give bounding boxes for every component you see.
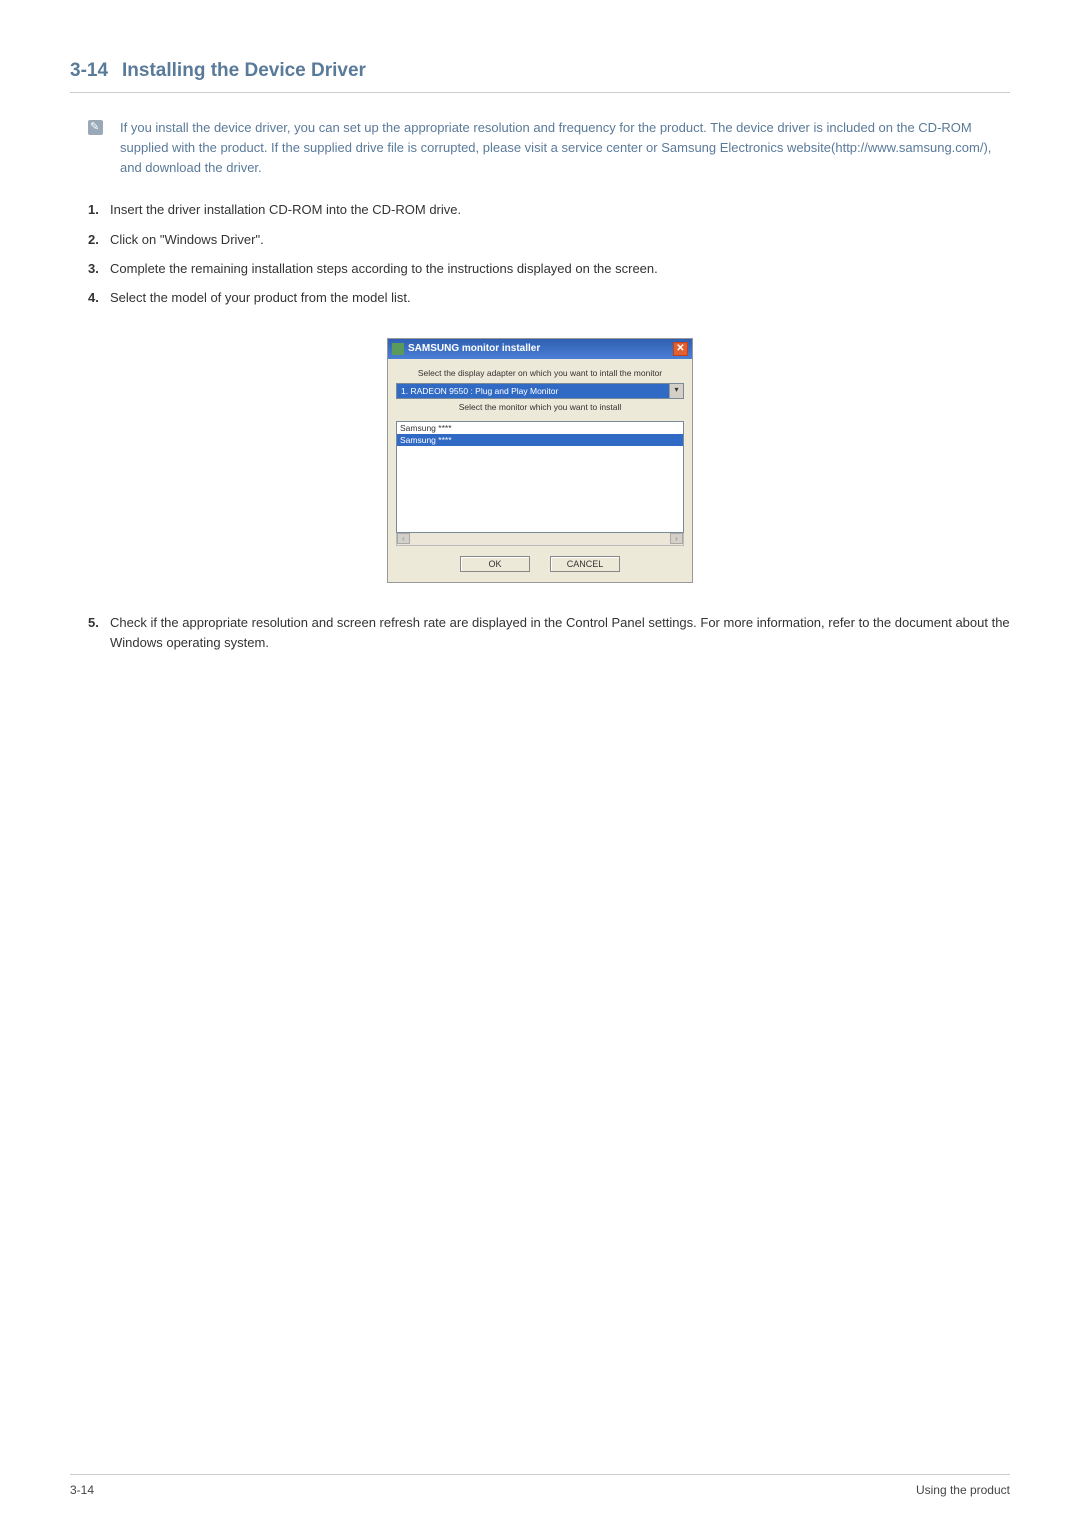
step-item: 1. Insert the driver installation CD-ROM… bbox=[88, 200, 1010, 220]
step-number: 3. bbox=[88, 259, 110, 279]
adapter-dropdown[interactable]: 1. RADEON 9550 : Plug and Play Monitor ▾ bbox=[396, 383, 684, 399]
list-item[interactable]: Samsung **** bbox=[397, 434, 683, 446]
step-number: 5. bbox=[88, 613, 110, 653]
installer-screenshot: SAMSUNG monitor installer ✕ Select the d… bbox=[70, 338, 1010, 583]
page-footer: 3-14 Using the product bbox=[70, 1474, 1010, 1497]
installer-button-row: OK CANCEL bbox=[396, 556, 684, 572]
steps-list: 1. Insert the driver installation CD-ROM… bbox=[88, 200, 1010, 308]
chevron-down-icon[interactable]: ▾ bbox=[669, 384, 683, 398]
section-number: 3-14 bbox=[70, 60, 108, 82]
scroll-right-icon[interactable]: › bbox=[670, 533, 683, 544]
note-icon bbox=[88, 120, 103, 135]
step-number: 1. bbox=[88, 200, 110, 220]
step-text: Click on "Windows Driver". bbox=[110, 230, 1010, 250]
installer-app-icon bbox=[392, 343, 404, 355]
step-number: 4. bbox=[88, 288, 110, 308]
info-note-block: If you install the device driver, you ca… bbox=[88, 118, 1010, 178]
adapter-label: Select the display adapter on which you … bbox=[396, 365, 684, 383]
list-item[interactable]: Samsung **** bbox=[397, 422, 683, 434]
footer-page-number: 3-14 bbox=[70, 1483, 94, 1497]
step-number: 2. bbox=[88, 230, 110, 250]
section-title: Installing the Device Driver bbox=[122, 60, 366, 82]
step-text: Select the model of your product from th… bbox=[110, 288, 1010, 308]
installer-title: SAMSUNG monitor installer bbox=[408, 343, 540, 354]
step-text: Check if the appropriate resolution and … bbox=[110, 613, 1010, 653]
section-header: 3-14 Installing the Device Driver bbox=[70, 60, 1010, 93]
horizontal-scrollbar[interactable]: ‹ › bbox=[396, 533, 684, 546]
monitor-label: Select the monitor which you want to ins… bbox=[396, 399, 684, 417]
steps-list-continued: 5. Check if the appropriate resolution a… bbox=[88, 613, 1010, 653]
ok-button[interactable]: OK bbox=[460, 556, 530, 572]
step-item: 4. Select the model of your product from… bbox=[88, 288, 1010, 308]
info-note-text: If you install the device driver, you ca… bbox=[120, 118, 1010, 178]
adapter-dropdown-value: 1. RADEON 9550 : Plug and Play Monitor bbox=[397, 384, 669, 398]
close-icon[interactable]: ✕ bbox=[673, 342, 688, 356]
monitor-listbox[interactable]: Samsung **** Samsung **** bbox=[396, 421, 684, 533]
step-text: Insert the driver installation CD-ROM in… bbox=[110, 200, 1010, 220]
step-item: 2. Click on "Windows Driver". bbox=[88, 230, 1010, 250]
step-item: 5. Check if the appropriate resolution a… bbox=[88, 613, 1010, 653]
footer-chapter: Using the product bbox=[916, 1483, 1010, 1497]
installer-window: SAMSUNG monitor installer ✕ Select the d… bbox=[387, 338, 693, 583]
step-text: Complete the remaining installation step… bbox=[110, 259, 1010, 279]
step-item: 3. Complete the remaining installation s… bbox=[88, 259, 1010, 279]
installer-body: Select the display adapter on which you … bbox=[388, 359, 692, 582]
installer-titlebar: SAMSUNG monitor installer ✕ bbox=[388, 339, 692, 359]
scroll-left-icon[interactable]: ‹ bbox=[397, 533, 410, 544]
cancel-button[interactable]: CANCEL bbox=[550, 556, 620, 572]
